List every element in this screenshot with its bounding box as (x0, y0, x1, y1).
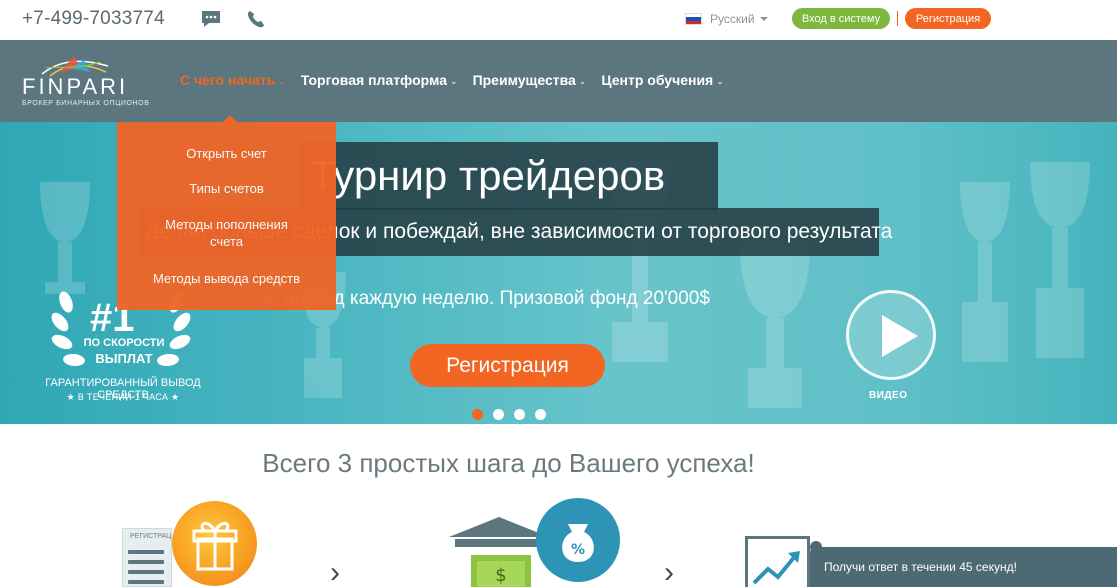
chevron-down-icon: ⌄ (450, 75, 458, 86)
nav-item-getting-started[interactable]: С чего начать ⌄ (180, 72, 286, 88)
chat-icon[interactable] (201, 10, 221, 28)
russia-flag-icon (685, 13, 702, 25)
svg-text:$: $ (495, 565, 506, 586)
form-line (128, 580, 164, 584)
form-line (128, 570, 164, 574)
nav-item-label: Преимущества (472, 72, 576, 88)
chevron-down-icon (759, 17, 768, 21)
badge-line-2: ВЫПЛАТ (95, 351, 153, 366)
video-label: ВИДЕО (869, 390, 908, 401)
nav-item-learning-center[interactable]: Центр обучения ⌄ (601, 72, 723, 88)
nav-item-label: С чего начать (180, 72, 276, 88)
nav-menu: С чего начать ⌄ Торговая платформа ⌄ Пре… (180, 72, 739, 88)
play-icon (882, 315, 918, 357)
chevron-down-icon: ⌄ (578, 75, 587, 86)
getting-started-dropdown: Открыть счет Типы счетов Методы пополнен… (117, 122, 336, 310)
divider (897, 11, 898, 26)
top-bar: +7-499-7033774 Русский Вход в систему Ре… (0, 0, 1117, 40)
form-line (128, 550, 164, 554)
hero-register-button[interactable]: Регистрация (410, 344, 605, 387)
login-button[interactable]: Вход в систему (792, 8, 890, 29)
nav-item-label: Торговая платформа (300, 72, 448, 88)
nav-item-trading-platform[interactable]: Торговая платформа ⌄ (301, 72, 458, 88)
slider-dot-2[interactable] (493, 409, 504, 420)
dropdown-item-withdrawal-methods[interactable]: Методы вывода средств (117, 270, 336, 287)
hero-title: Турнир трейдеров (310, 152, 666, 199)
nav-item-advantages[interactable]: Преимущества ⌄ (473, 72, 587, 88)
badge-line-4: ★ В ТЕЧЕНИИ 1 ЧАСА ★ (66, 392, 180, 402)
slider-dot-1[interactable] (472, 409, 483, 420)
trend-up-icon (752, 551, 800, 585)
badge-line-1: ПО СКОРОСТИ (83, 337, 165, 349)
dropdown-item-account-types[interactable]: Типы счетов (117, 180, 336, 197)
money-bag-icon: % (562, 524, 594, 562)
slider-dots (472, 409, 546, 420)
live-chat-widget[interactable]: Получи ответ в течении 45 секунд! (810, 541, 1117, 587)
form-line (128, 560, 164, 564)
register-button-top[interactable]: Регистрация (905, 8, 991, 29)
money-step-icon: % (536, 498, 620, 582)
steps-title: Всего 3 простых шага до Вашего успеха! (262, 448, 755, 478)
slider-dot-4[interactable] (535, 409, 546, 420)
phone-number[interactable]: +7-499-7033774 (22, 8, 165, 30)
registration-form-label: РЕГИСТРАЦ (130, 533, 172, 540)
phone-icon[interactable] (246, 9, 266, 29)
gift-step-icon (172, 501, 257, 586)
nav-item-label: Центр обучения (601, 72, 714, 88)
video-play-button[interactable] (846, 290, 936, 380)
logo-subtitle: БРОКЕР БИНАРНЫХ ОПЦИОНОВ (22, 100, 150, 107)
trading-chart-icon (745, 536, 810, 587)
chevron-down-icon: ⌄ (278, 75, 286, 86)
chevron-right-icon: › (664, 556, 674, 587)
language-label: Русский (710, 12, 755, 26)
svg-text:%: % (571, 542, 585, 558)
logo-text: FINPARI (22, 74, 129, 99)
language-selector[interactable]: Русский (685, 11, 768, 27)
logo[interactable]: FINPARI БРОКЕР БИНАРНЫХ ОПЦИОНОВ (22, 54, 150, 110)
main-nav: FINPARI БРОКЕР БИНАРНЫХ ОПЦИОНОВ С чего … (0, 40, 1117, 122)
gift-icon (192, 522, 238, 571)
dropdown-item-deposit-methods[interactable]: Методы пополнения счета (117, 216, 336, 250)
slider-dot-3[interactable] (514, 409, 525, 420)
chevron-down-icon: ⌄ (716, 75, 724, 86)
chevron-right-icon: › (330, 556, 340, 587)
dropdown-item-open-account[interactable]: Открыть счет (117, 145, 336, 162)
